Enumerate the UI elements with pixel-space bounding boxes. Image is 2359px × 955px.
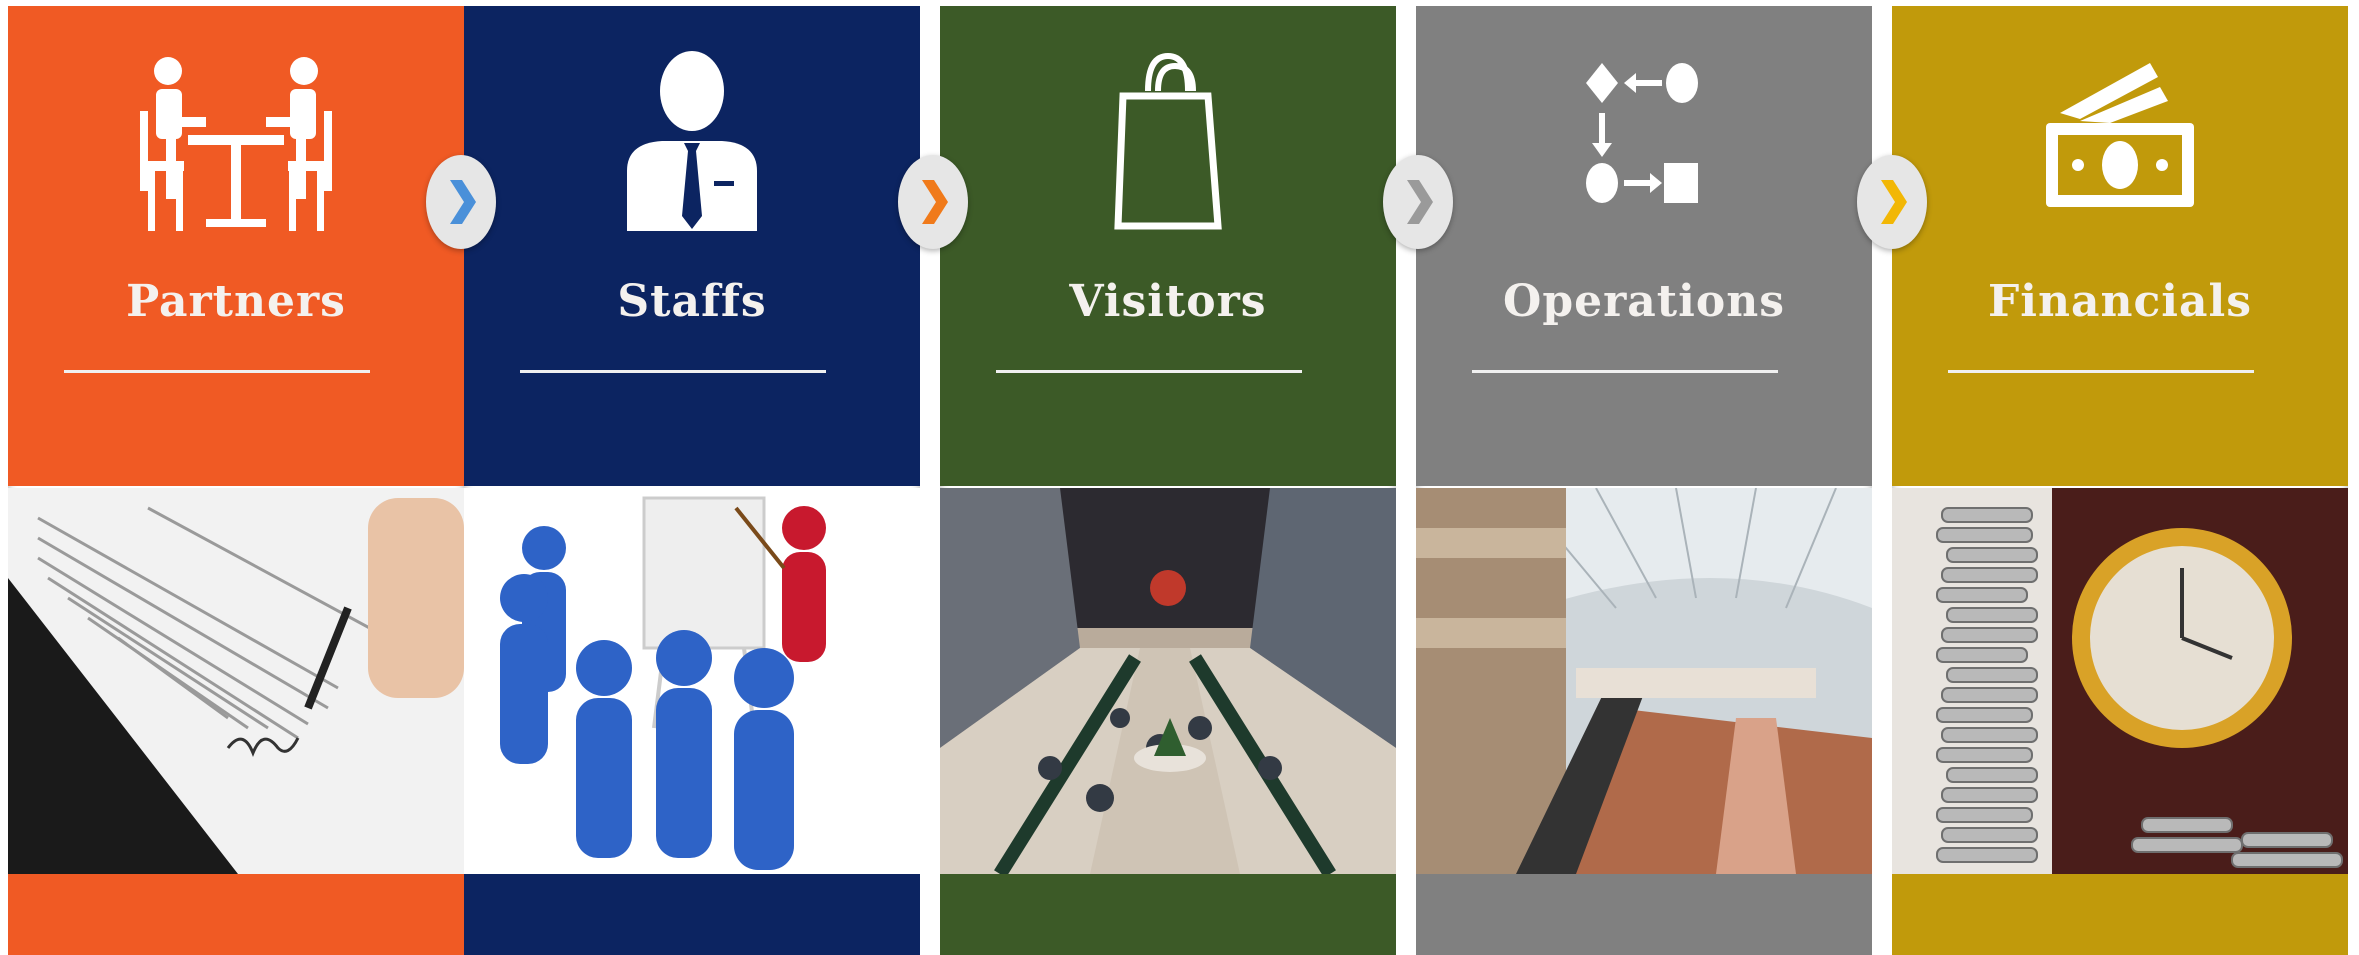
panel-title: Operations — [1503, 276, 1785, 327]
panel-footer — [1416, 874, 1872, 955]
process-flow-icon — [1416, 46, 1872, 236]
panel-footer — [464, 874, 920, 955]
title-underline — [1472, 370, 1778, 373]
chevron-right-icon — [922, 180, 948, 224]
title-underline — [1948, 370, 2254, 373]
panel-footer — [8, 874, 464, 955]
next-arrow-1[interactable] — [426, 155, 496, 249]
title-underline — [996, 370, 1302, 373]
title-underline — [520, 370, 826, 373]
mall-crowd-photo — [940, 488, 1396, 874]
panel-title: Financials — [1988, 276, 2252, 327]
mall-atrium-photo — [1416, 488, 1872, 874]
panel-operations: Operations — [1416, 6, 1872, 955]
panel-financials: Financials — [1892, 6, 2348, 955]
next-arrow-2[interactable] — [898, 155, 968, 249]
next-arrow-3[interactable] — [1383, 155, 1453, 249]
contract-signing-photo — [8, 488, 464, 874]
panel-title: Partners — [126, 276, 346, 327]
meeting-table-icon — [8, 46, 464, 236]
training-figures-photo — [464, 488, 920, 874]
panel-footer — [1892, 874, 2348, 955]
shopping-bag-icon — [940, 46, 1396, 236]
panel-visitors: Visitors — [940, 6, 1396, 955]
panel-footer — [940, 874, 1396, 955]
panel-staffs: Staffs — [464, 6, 920, 955]
panel-title: Visitors — [1069, 276, 1267, 327]
cash-icon — [1892, 46, 2348, 236]
businessman-icon — [464, 46, 920, 236]
chevron-right-icon — [450, 180, 476, 224]
chevron-right-icon — [1881, 180, 1907, 224]
coins-clock-photo — [1892, 488, 2348, 874]
panel-title: Staffs — [617, 276, 767, 327]
panel-partners: Partners — [8, 6, 464, 955]
next-arrow-4[interactable] — [1857, 155, 1927, 249]
chevron-right-icon — [1407, 180, 1433, 224]
title-underline — [64, 370, 370, 373]
